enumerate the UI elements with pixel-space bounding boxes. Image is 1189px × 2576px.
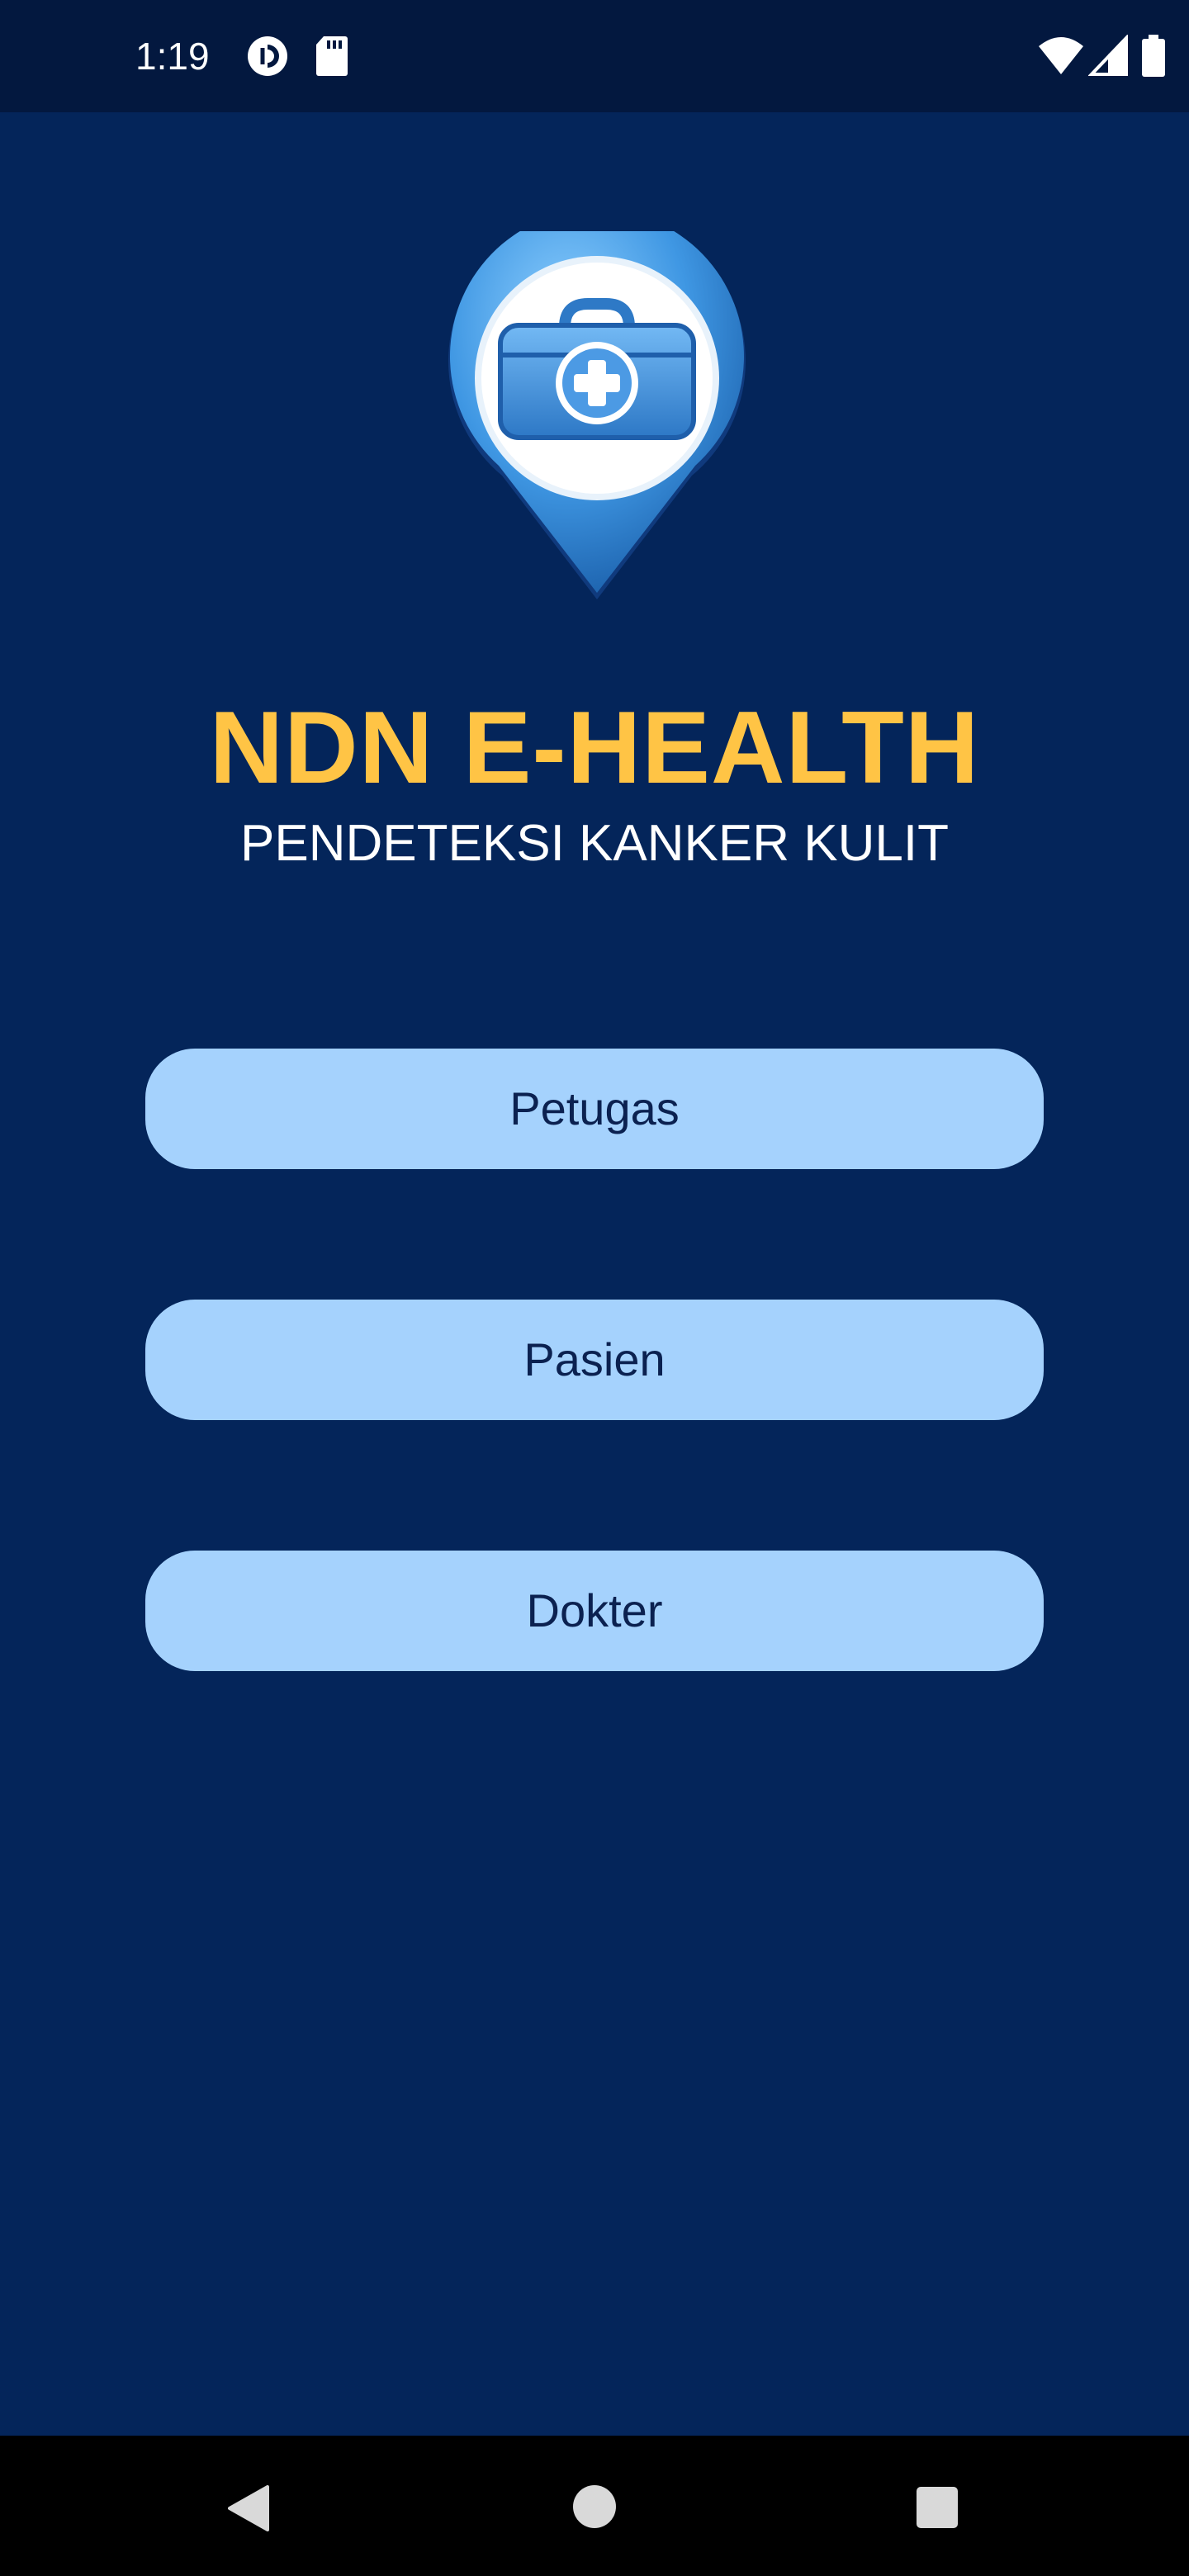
back-icon[interactable] — [225, 2484, 271, 2533]
navigation-bar — [0, 2436, 1189, 2576]
app-subtitle: PENDETEKSI KANKER KULIT — [240, 815, 949, 872]
wifi-icon — [1039, 37, 1083, 74]
cellular-signal-icon — [1088, 35, 1128, 76]
petugas-button[interactable]: Petugas — [145, 1049, 1044, 1169]
status-time: 1:19 — [135, 35, 210, 78]
app-title: NDN E-HEALTH — [209, 691, 980, 805]
recents-icon[interactable] — [915, 2485, 959, 2530]
pasien-button[interactable]: Pasien — [145, 1300, 1044, 1420]
home-icon[interactable] — [571, 2484, 618, 2530]
status-bar: 1:19 — [0, 0, 1189, 112]
app-screen: NDN E-HEALTH PENDETEKSI KANKER KULIT Pet… — [0, 112, 1189, 2436]
dokter-button[interactable]: Dokter — [145, 1551, 1044, 1671]
sd-card-icon — [316, 36, 348, 76]
battery-icon — [1142, 35, 1165, 77]
medical-kit-location-pin-icon — [448, 231, 746, 599]
pocket-casts-icon — [248, 36, 287, 76]
